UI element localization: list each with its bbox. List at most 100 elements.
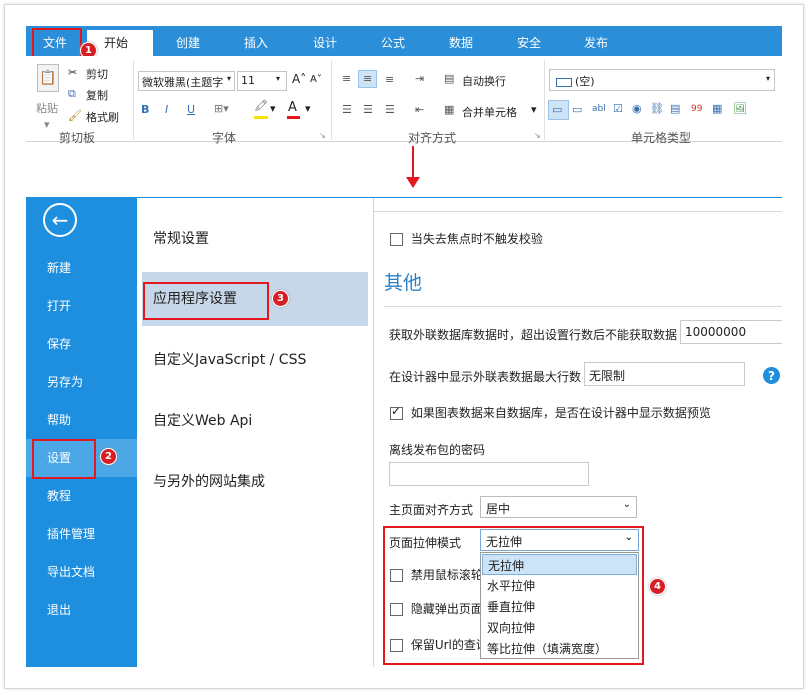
designer-rows-input[interactable]: 无限制 [584,362,745,386]
tab-create[interactable]: 创建 [176,34,200,51]
textbox-type-icon[interactable]: ▭ [552,103,562,116]
font-shrink-icon[interactable]: A˅ [310,74,322,85]
font-color-icon[interactable]: A [288,100,297,115]
step-arrow-line [412,146,414,179]
tab-design[interactable]: 设计 [313,34,337,51]
chevron-down-icon[interactable]: ▾ [270,102,276,115]
align-right-icon[interactable]: ☰ [385,103,395,116]
content-divider [374,211,782,212]
align-top-icon[interactable]: ≡ [342,72,351,85]
bold-icon[interactable]: B [141,103,149,116]
align-left-icon[interactable]: ☰ [342,103,352,116]
dialog-launcher-icon[interactable]: ↘ [319,131,326,140]
tab-data[interactable]: 数据 [449,34,473,51]
merge-cells-button[interactable]: 合并单元格 [462,104,517,120]
fill-color-icon[interactable]: 🖍 [254,99,268,112]
nav-exit[interactable]: 退出 [26,591,137,629]
indent-icon[interactable]: ⇥ [415,72,424,85]
paste-dropdown-icon[interactable]: ▾ [44,118,50,131]
image-type-icon[interactable]: 🖼 [733,102,747,115]
hyperlink-type-icon[interactable]: ⛓ [650,102,664,115]
align-middle-icon[interactable]: ≡ [363,72,372,85]
designer-rows-label: 在设计器中显示外联表数据最大行数 [389,370,582,384]
label-type-icon[interactable]: abl [592,104,606,114]
step-badge-3: 3 [272,290,289,307]
nav-save-as[interactable]: 另存为 [26,363,137,401]
cut-icon: ✂ [68,66,78,79]
ribbon-tab-bar: 文件 开始 创建 插入 设计 公式 数据 安全 发布 [26,26,782,57]
button-type-icon[interactable]: ▭ [572,103,582,116]
tab-insert[interactable]: 插入 [244,34,268,51]
align-center-icon[interactable]: ☰ [363,103,373,116]
group-label-font: 字体 [212,131,237,145]
fill-color-swatch [254,116,268,119]
copy-button[interactable]: 复制 [86,87,108,103]
nav-new[interactable]: 新建 [26,249,137,287]
group-label-alignment: 对齐方式 [408,131,457,145]
align-bottom-icon[interactable]: ≡ [385,73,394,86]
cut-button[interactable]: 剪切 [86,66,108,82]
ext-db-limit-label: 获取外联数据库数据时，超出设置行数后不能获取数据 [389,328,678,342]
nav-save[interactable]: 保存 [26,325,137,363]
nav-plugins[interactable]: 插件管理 [26,515,137,553]
nav-tutorial[interactable]: 教程 [26,477,137,515]
underline-icon[interactable]: U [187,103,195,116]
ribbon-body: 📋 粘贴 ▾ ✂ 剪切 ⧉ 复制 🖌 格式刷 剪切板 微软雅黑(主题字 ▾ 11… [26,56,782,145]
font-name-select[interactable]: 微软雅黑(主题字 [138,71,235,91]
offline-password-label: 离线发布包的密码 [389,443,486,457]
wrap-text-icon: ▤ [444,72,455,85]
chevron-down-icon[interactable]: ▾ [531,103,537,116]
dialog-launcher-icon[interactable]: ↘ [534,131,541,140]
chevron-down-icon: ⌄ [622,499,631,510]
clipboard-icon[interactable]: 📋 [37,64,59,92]
nav-open[interactable]: 打开 [26,287,137,325]
outdent-icon[interactable]: ⇤ [415,103,424,116]
highlight-file-tab [32,28,82,59]
checkbox-type-icon[interactable]: ☑ [613,102,623,115]
wrap-text-button[interactable]: 自动换行 [462,73,506,89]
section-divider [384,306,782,307]
font-color-swatch [287,116,300,119]
tab-home[interactable]: 开始 [87,30,153,57]
category-custom-js-css[interactable]: 自定义JavaScript / CSS [142,333,368,387]
chevron-down-icon: ▾ [276,74,281,83]
radio-type-icon[interactable]: ◉ [632,102,642,115]
font-grow-icon[interactable]: A˄ [292,72,306,86]
tab-security[interactable]: 安全 [517,34,541,51]
cell-type-select[interactable]: (空) [549,69,775,91]
nav-export[interactable]: 导出文档 [26,553,137,591]
category-integration[interactable]: 与另外的网站集成 [142,455,368,509]
combobox-type-icon[interactable]: ▤ [670,102,680,115]
group-divider [331,60,332,140]
paste-button[interactable]: 粘贴 [36,100,58,116]
grid-type-icon[interactable]: ▦ [712,102,722,115]
offline-password-input[interactable] [389,462,589,486]
back-arrow-icon[interactable]: ← [43,203,77,237]
ext-db-limit-input[interactable]: 10000000 [680,320,782,344]
group-label-cell-type: 单元格类型 [631,131,692,145]
chevron-down-icon[interactable]: ▾ [305,102,311,115]
italic-icon[interactable]: I [165,103,168,116]
format-painter-button[interactable]: 格式刷 [86,109,119,125]
step-badge-2: 2 [100,448,117,465]
section-title-other: 其他 [384,272,423,294]
no-validate-on-blur-label: 当失去焦点时不触发校验 [410,232,543,246]
nav-help[interactable]: 帮助 [26,401,137,439]
category-general[interactable]: 常规设置 [142,212,368,266]
chart-preview-checkbox[interactable] [390,404,403,420]
no-validate-on-blur-checkbox[interactable] [390,233,403,246]
number-type-icon[interactable]: 99 [691,104,702,114]
highlight-stretch-mode [383,526,644,665]
border-icon[interactable]: ⊞▾ [214,102,229,115]
tab-publish[interactable]: 发布 [584,34,608,51]
group-label-clipboard: 剪切板 [59,131,96,145]
format-painter-icon: 🖌 [68,109,82,122]
category-custom-web-api[interactable]: 自定义Web Api [142,394,368,448]
help-icon[interactable]: ? [763,367,780,384]
chart-preview-label: 如果图表数据来自数据库，是否在设计器中显示数据预览 [410,406,711,420]
chevron-down-icon: ▾ [227,74,232,83]
page-align-select[interactable]: 居中 ⌄ [480,496,637,518]
chevron-down-icon: ▾ [766,74,771,83]
tab-formula[interactable]: 公式 [381,34,405,51]
page-align-label: 主页面对齐方式 [389,503,474,517]
